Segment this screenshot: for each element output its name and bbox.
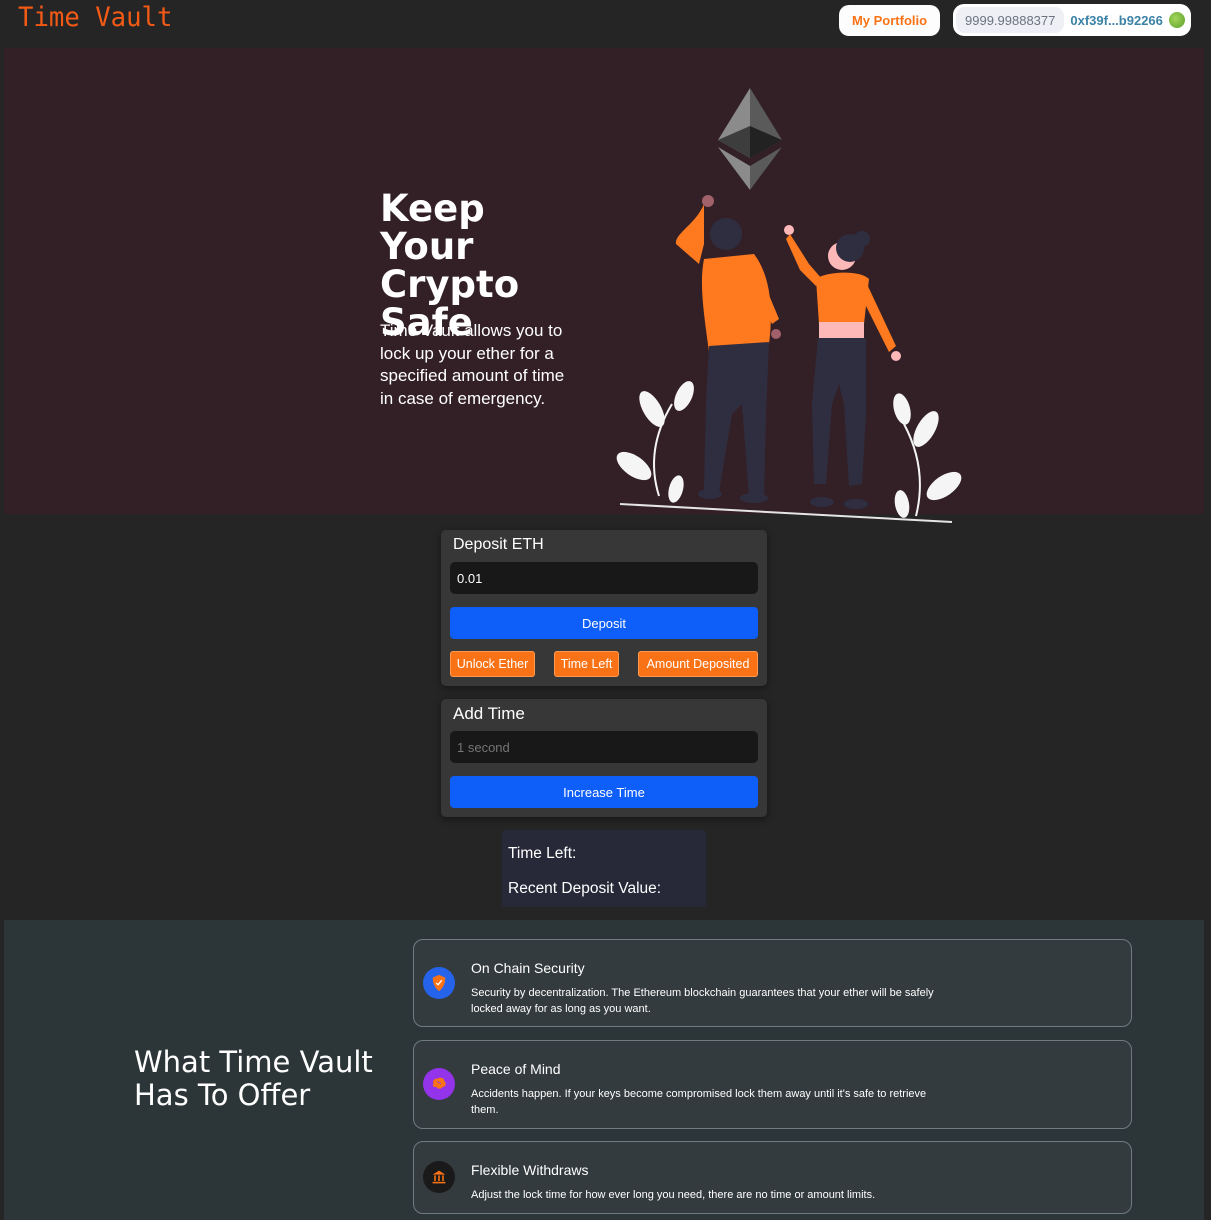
man-figure-icon	[675, 195, 781, 503]
top-nav: Time Vault My Portfolio 9999.99888377 0x…	[0, 0, 1211, 48]
unlock-ether-button[interactable]: Unlock Ether	[450, 651, 535, 677]
hero-description: Time Vault allows you to lock up your et…	[380, 321, 565, 408]
feature-card-security: On Chain Security Security by decentrali…	[413, 939, 1132, 1027]
feature-description: Accidents happen. If your keys become co…	[471, 1088, 927, 1116]
feature-card-flexible-withdraws: Flexible Withdraws Adjust the lock time …	[413, 1141, 1132, 1214]
plant-right-icon	[893, 393, 962, 518]
feature-title: Peace of Mind	[471, 1061, 561, 1077]
amount-deposited-button[interactable]: Amount Deposited	[638, 651, 758, 677]
feature-title: On Chain Security	[471, 960, 585, 976]
features-title: What Time Vault Has To Offer	[134, 1045, 373, 1112]
time-left-button[interactable]: Time Left	[554, 651, 619, 677]
feature-title: Flexible Withdraws	[471, 1162, 589, 1178]
wallet-avatar-icon	[1168, 12, 1185, 28]
brain-icon	[423, 1068, 455, 1100]
shield-icon	[423, 967, 455, 999]
vault-status-panel: Time Left: Recent Deposit Value:	[502, 830, 706, 907]
time-input[interactable]	[450, 731, 758, 763]
wallet-balance: 9999.99888377	[956, 7, 1065, 33]
hero-section: Keep Your Crypto Safe Time Vault allows …	[4, 48, 1204, 523]
feature-description: Security by decentralization. The Ethere…	[471, 987, 934, 1015]
wallet-address: 0xf39f...b92266	[1070, 12, 1163, 28]
add-time-title: Add Time	[453, 704, 525, 723]
deposit-title: Deposit ETH	[453, 536, 544, 553]
wallet-connect-button[interactable]: 9999.99888377 0xf39f...b92266	[953, 4, 1191, 36]
my-portfolio-button[interactable]: My Portfolio	[839, 5, 940, 36]
features-section: What Time Vault Has To Offer On Chain Se…	[4, 920, 1204, 1220]
plant-left-icon	[616, 381, 694, 503]
add-time-card: Add Time Increase Time	[441, 699, 767, 817]
deposit-card: Deposit ETH Deposit Unlock Ether Time Le…	[441, 530, 767, 686]
app-logo[interactable]: Time Vault	[18, 2, 172, 33]
recent-deposit-label: Recent Deposit Value:	[508, 880, 662, 897]
feature-card-peace-of-mind: Peace of Mind Accidents happen. If your …	[413, 1040, 1132, 1129]
deposit-button[interactable]: Deposit	[450, 607, 758, 639]
time-left-label: Time Left:	[508, 845, 577, 862]
ethereum-icon	[718, 88, 782, 190]
bank-icon	[423, 1161, 455, 1193]
deposit-amount-input[interactable]	[450, 562, 758, 594]
increase-time-button[interactable]: Increase Time	[450, 776, 758, 808]
feature-description: Adjust the lock time for how ever long y…	[471, 1189, 876, 1201]
woman-figure-icon	[784, 225, 901, 509]
hero-illustration	[616, 88, 962, 523]
